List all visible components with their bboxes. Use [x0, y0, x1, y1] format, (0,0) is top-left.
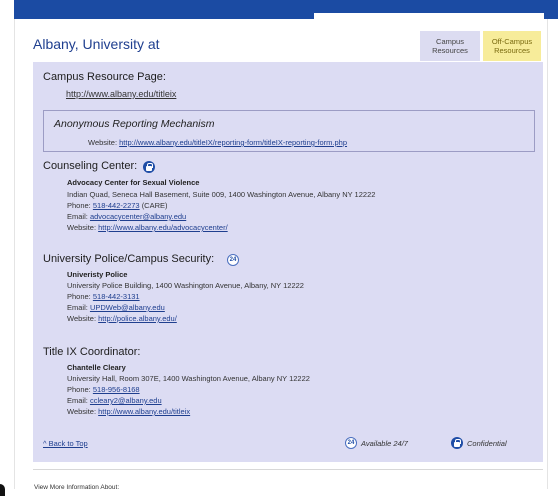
police-heading: University Police/Campus Security: — [43, 253, 215, 265]
title-ix-phone-link[interactable]: 518-956-8168 — [93, 385, 140, 394]
counseling-heading-text: Counseling Center: — [43, 160, 138, 172]
counseling-address: Indian Quad, Seneca Hall Basement, Suite… — [67, 190, 376, 199]
tab-offcampus-line2: Resources — [494, 46, 530, 55]
counseling-phone-link[interactable]: 518-442-2273 — [93, 201, 140, 210]
title-ix-heading: Title IX Coordinator: — [43, 346, 141, 358]
back-to-top-link[interactable]: ^ Back to Top — [43, 439, 88, 448]
tab-campus-resources[interactable]: Campus Resources — [420, 31, 480, 61]
corner-mark — [0, 484, 5, 496]
anonymous-reporting-title: Anonymous Reporting Mechanism — [54, 118, 215, 130]
campus-resource-heading: Campus Resource Page: — [43, 71, 166, 83]
counseling-email-label: Email: — [67, 212, 88, 221]
legend-confidential: Confidential — [467, 439, 507, 448]
counseling-name: Advocacy Center for Sexual Violence — [67, 178, 200, 187]
anonymous-website-label: Website: — [88, 138, 118, 147]
counseling-phone-label: Phone: — [67, 201, 91, 210]
legend-lock-icon — [451, 437, 463, 449]
tab-offcampus-line1: Off-Campus — [491, 37, 533, 46]
counseling-email-row: Email: advocacycenter@albany.edu — [67, 212, 186, 221]
campus-resource-link[interactable]: http://www.albany.edu/titleix — [66, 89, 176, 99]
counseling-website-row: Website: http://www.albany.edu/advocacyc… — [67, 223, 228, 232]
legend-clock-24-icon: 24 — [345, 437, 357, 449]
counseling-website-label: Website: — [67, 223, 97, 232]
title-ix-phone-row: Phone: 518-956-8168 — [67, 385, 140, 394]
title-ix-email-link[interactable]: ccleary2@albany.edu — [90, 396, 162, 405]
police-website-row: Website: http://police.albany.edu/ — [67, 314, 177, 323]
anonymous-website-row: Website: http://www.albany.edu/titleIX/r… — [88, 138, 347, 147]
school-title: Albany, University at — [33, 36, 160, 52]
police-email-row: Email: UPDWeb@albany.edu — [67, 303, 165, 312]
police-website-link[interactable]: http://police.albany.edu/ — [98, 314, 177, 323]
tab-campus-line1: Campus — [436, 37, 464, 46]
lock-icon — [143, 161, 155, 173]
view-more-label: View More Information About: — [34, 484, 120, 491]
title-ix-address: University Hall, Room 307E, 1400 Washing… — [67, 374, 310, 383]
police-phone-label: Phone: — [67, 292, 91, 301]
counseling-heading: Counseling Center: — [43, 160, 137, 172]
resource-panel: Campus Resource Page: http://www.albany.… — [33, 62, 543, 462]
title-ix-website-label: Website: — [67, 407, 97, 416]
counseling-phone-row: Phone: 518-442-2273 (CARE) — [67, 201, 168, 210]
anonymous-website-link[interactable]: http://www.albany.edu/titleIX/reporting-… — [119, 138, 347, 147]
police-phone-link[interactable]: 518-442-3131 — [93, 292, 140, 301]
police-phone-row: Phone: 518-442-3131 — [67, 292, 140, 301]
title-ix-email-label: Email: — [67, 396, 88, 405]
anonymous-reporting-box: Anonymous Reporting Mechanism Website: h… — [43, 110, 535, 152]
police-website-label: Website: — [67, 314, 97, 323]
school-header: Albany, University at Campus Resources O… — [33, 28, 543, 62]
title-ix-website-row: Website: http://www.albany.edu/titleix — [67, 407, 190, 416]
tab-campus-line2: Resources — [432, 46, 468, 55]
title-ix-name: Chantelle Cleary — [67, 363, 126, 372]
tab-off-campus-resources[interactable]: Off-Campus Resources — [483, 31, 541, 61]
police-email-link[interactable]: UPDWeb@albany.edu — [90, 303, 165, 312]
counseling-website-link[interactable]: http://www.albany.edu/advocacycenter/ — [98, 223, 228, 232]
title-ix-website-link[interactable]: http://www.albany.edu/titleix — [98, 407, 190, 416]
counseling-email-link[interactable]: advocacycenter@albany.edu — [90, 212, 186, 221]
counseling-phone-note: (CARE) — [141, 201, 168, 210]
title-ix-phone-label: Phone: — [67, 385, 91, 394]
clock-24-icon: 24 — [227, 254, 239, 266]
legend-available: Available 24/7 — [361, 439, 408, 448]
police-name: Univeristy Police — [67, 270, 128, 279]
title-ix-email-row: Email: ccleary2@albany.edu — [67, 396, 162, 405]
police-address: University Police Building, 1400 Washing… — [67, 281, 304, 290]
police-email-label: Email: — [67, 303, 88, 312]
section-divider — [33, 469, 543, 470]
